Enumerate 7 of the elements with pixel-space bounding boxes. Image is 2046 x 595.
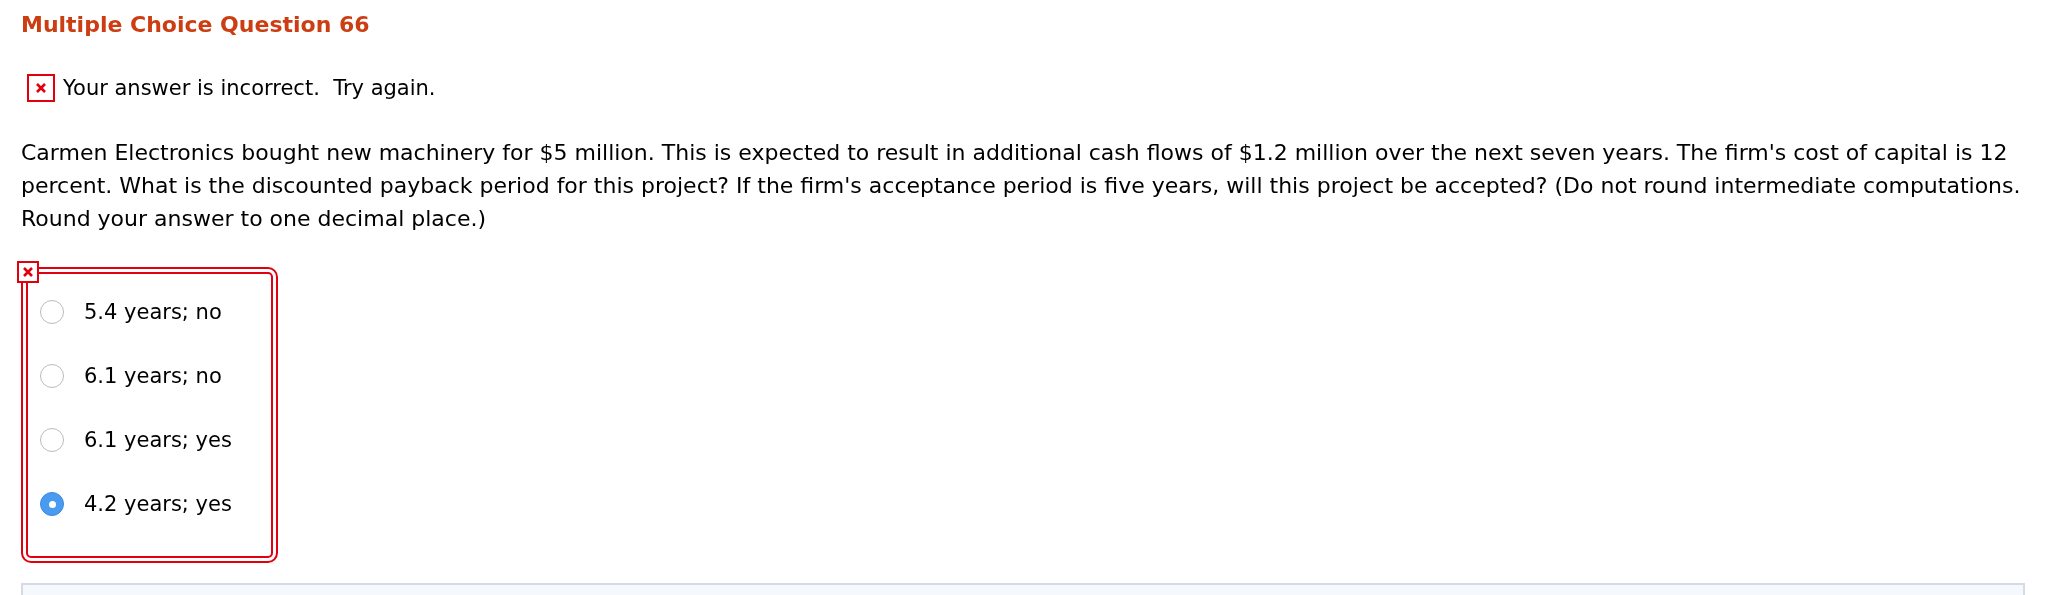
- question-text: Carmen Electronics bought new machinery for $5 million. This is expected to result in additional cash flows of $1.2 million over the next seven years. The firm's cost of capital is 12 percent. What is the discounted payback period for this project? If the firm's acceptance period is five years, will this project be accepted? (Do not round intermediate computations. Round your answer to one decimal place.): [21, 139, 2022, 233]
- option-label[interactable]: 5.4 years; no: [84, 300, 222, 324]
- option-label[interactable]: 6.1 years; no: [84, 364, 222, 388]
- feedback-message: Your answer is incorrect. Try again.: [63, 76, 436, 100]
- option-label[interactable]: 6.1 years; yes: [84, 428, 232, 452]
- question-title: Multiple Choice Question 66: [21, 12, 371, 38]
- option-label[interactable]: 4.2 years; yes: [84, 492, 232, 516]
